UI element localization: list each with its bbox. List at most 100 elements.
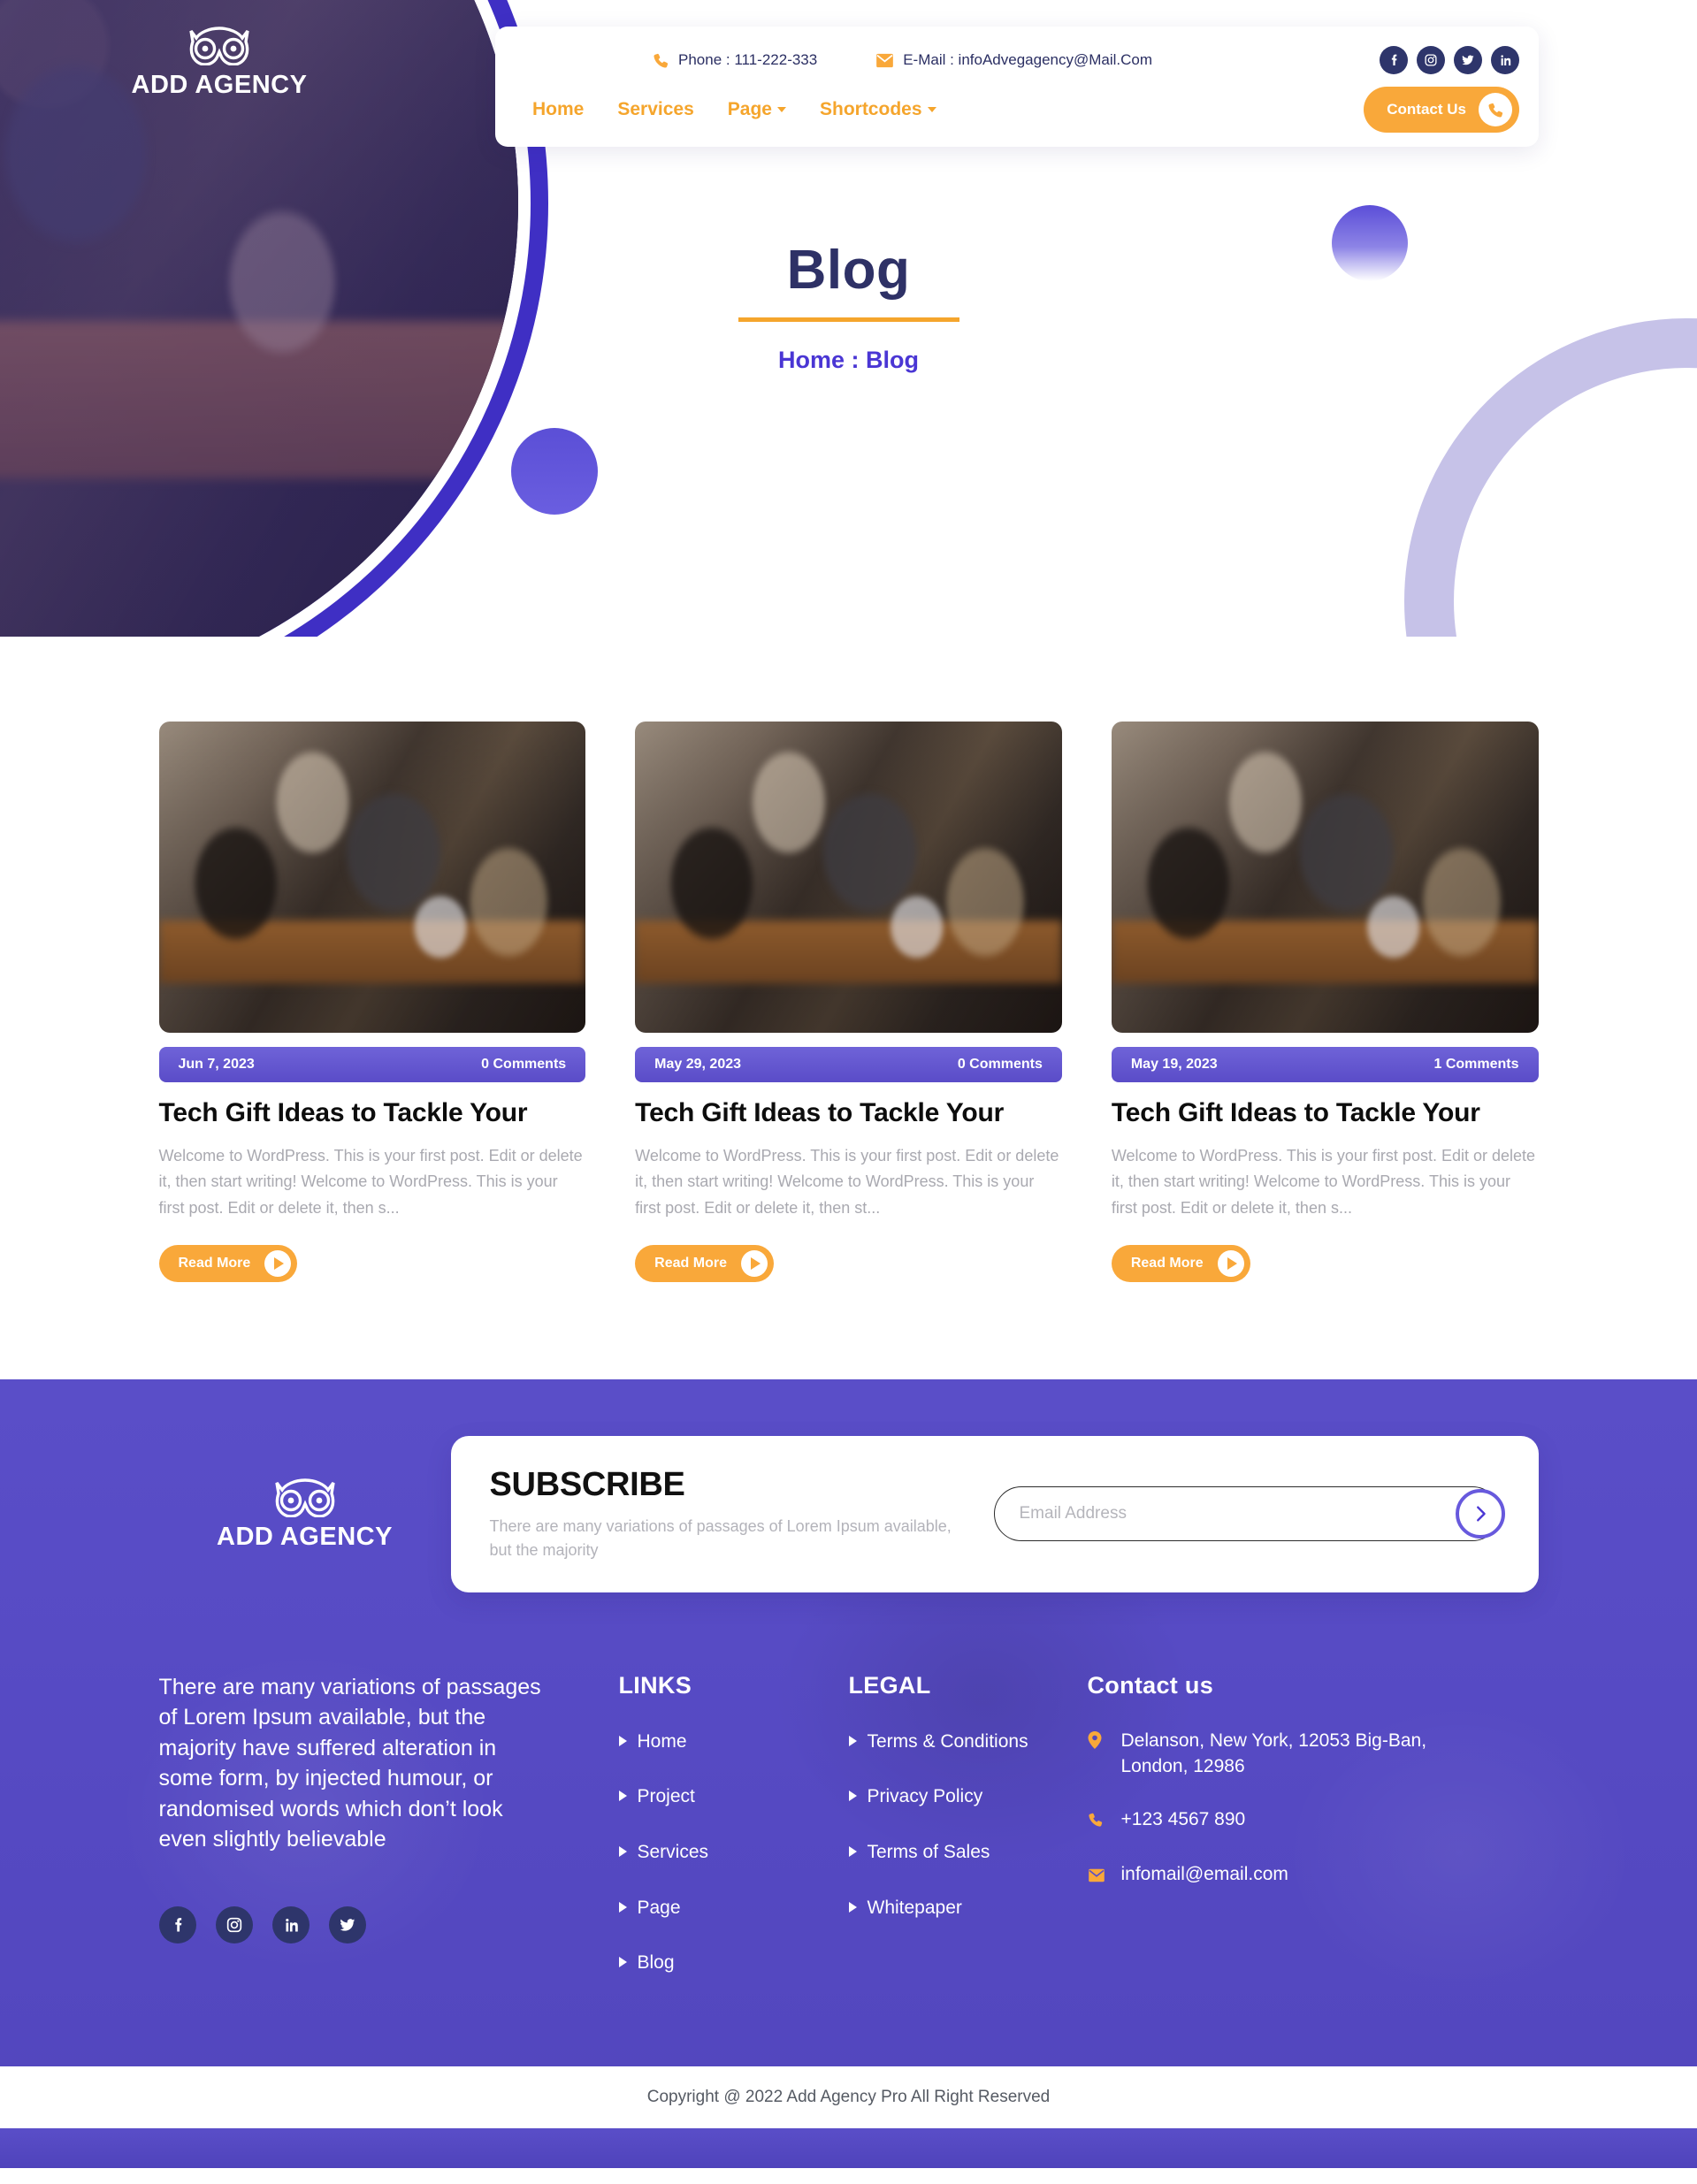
blog-grid: Jun 7, 2023 0 Comments Tech Gift Ideas t… <box>158 722 1539 1282</box>
bullet-icon <box>618 1791 627 1802</box>
footer-link-whitepaper[interactable]: Whitepaper <box>848 1894 1088 1923</box>
hero-banner: ADD AGENCY Phone : 111-222-333 E-Mail: … <box>0 0 1697 637</box>
twitter-icon[interactable] <box>328 1905 366 1943</box>
read-more-button[interactable]: Read More <box>635 1244 774 1282</box>
copyright-text: Copyright @ 2022 Add Agency Pro All Righ… <box>646 2087 1051 2106</box>
blog-card-comments: 0 Comments <box>957 1057 1043 1072</box>
blog-card[interactable]: May 19, 2023 1 Comments Tech Gift Ideas … <box>1111 722 1539 1282</box>
nav-item-page-label: Page <box>727 99 772 119</box>
facebook-icon[interactable] <box>1380 46 1408 74</box>
footer-link-page[interactable]: Page <box>618 1894 849 1923</box>
header-phone[interactable]: Phone : 111-222-333 <box>653 51 817 69</box>
twitter-icon[interactable] <box>1454 46 1482 74</box>
blog-card-date: May 19, 2023 <box>1130 1057 1218 1072</box>
read-more-label: Read More <box>654 1255 727 1271</box>
footer-link-blog[interactable]: Blog <box>618 1949 849 1978</box>
email-input[interactable] <box>993 1486 1500 1542</box>
header-email[interactable]: E-Mail : infoAdvegagency@Mail.Com <box>875 51 1152 69</box>
site-logo[interactable]: ADD AGENCY <box>131 25 308 100</box>
nav-item-services[interactable]: Services <box>617 99 693 120</box>
decorative-ball-left <box>511 428 598 515</box>
nav-item-shortcodes[interactable]: Shortcodes <box>820 99 936 120</box>
footer-legal-heading: LEGAL <box>848 1671 931 1699</box>
thumb-figures <box>158 722 586 1033</box>
nav-item-home[interactable]: Home <box>532 99 584 120</box>
blog-card[interactable]: May 29, 2023 0 Comments Tech Gift Ideas … <box>635 722 1062 1282</box>
footer-link-label: Terms & Conditions <box>867 1730 1028 1752</box>
footer-link-label: Terms of Sales <box>867 1841 990 1862</box>
site-footer: ADD AGENCY SUBSCRIBE There are many vari… <box>0 1378 1697 2168</box>
subscribe-submit-button[interactable] <box>1455 1489 1505 1539</box>
blog-card[interactable]: Jun 7, 2023 0 Comments Tech Gift Ideas t… <box>158 722 586 1282</box>
blog-card-thumbnail[interactable] <box>158 722 586 1033</box>
nav-menu: Home Services Page Shortcodes <box>515 99 936 120</box>
blog-card-thumbnail[interactable] <box>1111 722 1539 1033</box>
footer-legal-column: LEGAL Terms & Conditions Privacy Policy … <box>848 1671 1088 2005</box>
nav-item-home-label: Home <box>532 99 585 119</box>
footer-link-label: Whitepaper <box>867 1897 962 1918</box>
footer-link-label: Home <box>637 1730 687 1752</box>
footer-contact-heading: Contact us <box>1087 1671 1214 1699</box>
read-more-button[interactable]: Read More <box>1111 1244 1250 1282</box>
page-header: Blog Home : Blog <box>0 239 1697 374</box>
play-icon <box>740 1249 768 1277</box>
blog-card-title[interactable]: Tech Gift Ideas to Tackle Your <box>159 1098 586 1129</box>
linkedin-icon[interactable] <box>271 1905 310 1943</box>
thumb-figures <box>635 722 1062 1033</box>
footer-logo[interactable]: ADD AGENCY <box>159 1477 451 1552</box>
footer-logo-text: ADD AGENCY <box>217 1522 393 1551</box>
blog-card-meta: Jun 7, 2023 0 Comments <box>158 1047 586 1082</box>
footer-link-services[interactable]: Services <box>618 1838 849 1867</box>
read-more-button[interactable]: Read More <box>158 1244 298 1282</box>
nav-item-page[interactable]: Page <box>728 99 786 120</box>
footer-phone[interactable]: +123 4567 890 <box>1088 1806 1459 1835</box>
bullet-icon <box>848 1901 857 1913</box>
instagram-icon[interactable] <box>1417 46 1445 74</box>
blog-card-date: May 29, 2023 <box>654 1057 742 1072</box>
footer-email[interactable]: infomail@email.com <box>1088 1861 1459 1890</box>
blog-card-date: Jun 7, 2023 <box>178 1057 255 1072</box>
site-logo-text: ADD AGENCY <box>131 71 308 99</box>
footer-link-home[interactable]: Home <box>618 1728 849 1757</box>
title-underline <box>738 317 959 322</box>
bullet-icon <box>848 1735 857 1746</box>
footer-email-text: infomail@email.com <box>1120 1864 1288 1885</box>
footer-link-label: Services <box>637 1841 709 1862</box>
header-main-nav: Home Services Page Shortcodes Contact Us <box>515 85 1519 134</box>
bullet-icon <box>618 1735 627 1746</box>
instagram-icon[interactable] <box>215 1905 253 1943</box>
phone-icon <box>1088 1809 1105 1835</box>
blog-card-comments: 1 Comments <box>1433 1057 1519 1072</box>
footer-link-terms-conditions[interactable]: Terms & Conditions <box>848 1728 1088 1757</box>
page-title: Blog <box>786 240 911 301</box>
footer-link-privacy-policy[interactable]: Privacy Policy <box>848 1783 1088 1812</box>
bullet-icon <box>848 1791 857 1802</box>
header-nav-card: Phone : 111-222-333 E-Mail : infoAdvegag… <box>495 27 1539 147</box>
header-contact-group: Phone : 111-222-333 E-Mail : infoAdvegag… <box>653 51 1152 69</box>
footer-link-terms-of-sales[interactable]: Terms of Sales <box>848 1838 1088 1867</box>
footer-link-project[interactable]: Project <box>618 1783 849 1812</box>
contact-us-label: Contact Us <box>1387 101 1466 118</box>
blog-list-section: Jun 7, 2023 0 Comments Tech Gift Ideas t… <box>0 637 1697 1379</box>
blog-card-thumbnail[interactable] <box>635 722 1062 1033</box>
subscribe-row: ADD AGENCY SUBSCRIBE There are many vari… <box>159 1435 1539 1592</box>
facebook-icon[interactable] <box>158 1905 196 1943</box>
envelope-icon <box>876 53 894 67</box>
linkedin-icon[interactable] <box>1491 46 1519 74</box>
blog-card-title[interactable]: Tech Gift Ideas to Tackle Your <box>1112 1098 1539 1129</box>
footer-link-label: Privacy Policy <box>867 1786 983 1807</box>
footer-links-column: LINKS Home Project Services Page Blog <box>618 1672 849 2005</box>
blog-card-title[interactable]: Tech Gift Ideas to Tackle Your <box>635 1098 1062 1129</box>
footer-contact-column: Contact us Delanson, New York, 12053 Big… <box>1088 1672 1459 2005</box>
contact-us-button[interactable]: Contact Us <box>1364 87 1519 133</box>
footer-link-label: Blog <box>637 1952 675 1974</box>
header-topbar: Phone : 111-222-333 E-Mail : infoAdvegag… <box>515 41 1519 80</box>
bullet-icon <box>618 1845 627 1857</box>
nav-item-services-label: Services <box>617 99 694 119</box>
breadcrumb: Home : Blog <box>778 347 919 373</box>
owl-icon <box>189 27 249 65</box>
play-icon <box>264 1249 292 1277</box>
footer-columns: There are many variations of passages of… <box>158 1671 1539 2066</box>
footer-phone-text: +123 4567 890 <box>1120 1808 1246 1829</box>
footer-about-column: There are many variations of passages of… <box>158 1672 619 2005</box>
